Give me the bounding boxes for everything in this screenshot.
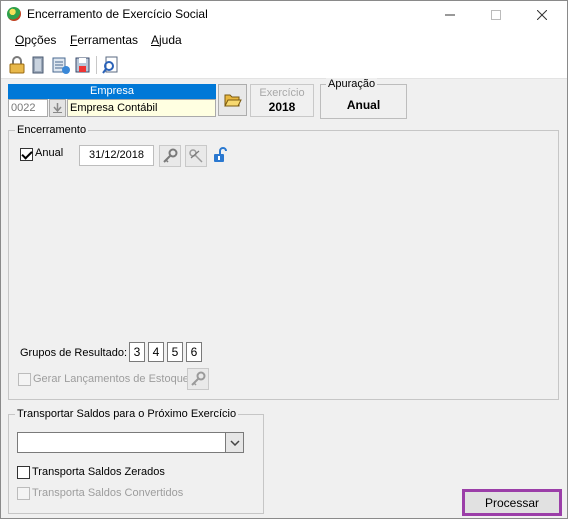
- arrow-down-icon: [53, 103, 62, 113]
- gerar-estoque-label: Gerar Lançamentos de Estoque: [33, 373, 189, 385]
- search-document-icon: [102, 56, 118, 74]
- anual-checkbox[interactable]: [20, 148, 33, 161]
- menu-ferramentas[interactable]: Ferramentas: [70, 33, 138, 47]
- database-list-button[interactable]: [51, 55, 71, 75]
- transportar-group: Transportar Saldos para o Próximo Exercí…: [8, 408, 264, 514]
- minimize-button[interactable]: [427, 1, 473, 29]
- key-icon: [163, 148, 178, 163]
- zerados-label: Transporta Saldos Zerados: [32, 466, 165, 478]
- menu-bar: Opções Ferramentas Ajuda: [1, 29, 567, 51]
- lock-icon: [9, 56, 25, 74]
- toolbar: [1, 51, 567, 79]
- anual-label: Anual: [35, 147, 64, 159]
- empresa-lookup-button[interactable]: [49, 99, 66, 117]
- exercicio-box: Exercício 2018: [250, 84, 314, 117]
- grupo-resultado-box[interactable]: 4: [148, 342, 164, 362]
- empresa-header: Empresa: [8, 84, 216, 99]
- encerramento-group: Encerramento: [8, 124, 559, 400]
- closing-date-field[interactable]: 31/12/2018: [79, 145, 154, 166]
- grupos-label: Grupos de Resultado:: [20, 347, 128, 359]
- combo-dropdown-button[interactable]: [225, 433, 243, 452]
- cancel-key-button[interactable]: [185, 145, 207, 167]
- processar-button[interactable]: Processar: [462, 489, 562, 516]
- app-icon: [7, 7, 21, 21]
- menu-ajuda-rest: juda: [159, 33, 182, 47]
- save-icon: [75, 57, 90, 73]
- transportar-legend: Transportar Saldos para o Próximo Exercí…: [15, 408, 239, 420]
- menu-opcoes[interactable]: Opções: [15, 33, 56, 47]
- grupo-resultado-box[interactable]: 5: [167, 342, 183, 362]
- search-document-button[interactable]: [101, 55, 121, 75]
- apuracao-label: Apuração: [326, 78, 378, 90]
- close-icon: [537, 10, 547, 20]
- apuracao-value: Anual: [346, 98, 381, 112]
- menu-ajuda[interactable]: Ajuda: [151, 33, 182, 47]
- close-button[interactable]: [519, 1, 565, 29]
- unlock-icon: [214, 147, 227, 162]
- convertidos-checkbox[interactable]: [17, 487, 30, 500]
- menu-ferramentas-rest: erramentas: [77, 33, 139, 47]
- estoque-key-button[interactable]: [187, 368, 209, 390]
- title-bar: Encerramento de Exercício Social: [1, 1, 567, 29]
- apuracao-box: Apuração Anual: [320, 78, 407, 119]
- toolbar-separator: [96, 56, 97, 74]
- menu-ajuda-accel: A: [151, 33, 160, 47]
- grupo-resultado-box[interactable]: 3: [129, 342, 145, 362]
- menu-opcoes-rest: pções: [24, 33, 57, 47]
- key-icon: [191, 371, 206, 386]
- transportar-combo[interactable]: [17, 432, 244, 453]
- bookmark-icon: [32, 56, 44, 74]
- window-title: Encerramento de Exercício Social: [27, 7, 208, 21]
- exercicio-value: 2018: [268, 100, 296, 114]
- bookmark-button[interactable]: [29, 55, 49, 75]
- key-button[interactable]: [159, 145, 181, 167]
- maximize-icon: [491, 10, 501, 20]
- minimize-icon: [445, 14, 455, 16]
- empresa-code-field[interactable]: 0022: [8, 99, 48, 117]
- exercicio-label: Exercício: [259, 87, 305, 99]
- zerados-checkbox[interactable]: [17, 466, 30, 479]
- save-button[interactable]: [73, 55, 93, 75]
- chevron-down-icon: [229, 439, 240, 446]
- unlock-button[interactable]: [211, 146, 229, 164]
- grupo-resultado-box[interactable]: 6: [186, 342, 202, 362]
- menu-opcoes-accel: O: [15, 33, 25, 47]
- empresa-name-field[interactable]: Empresa Contábil: [67, 99, 216, 117]
- open-folder-button[interactable]: [218, 84, 247, 116]
- key-cancel-icon: [189, 149, 203, 163]
- main-window: Encerramento de Exercício Social Opções …: [0, 0, 568, 519]
- encerramento-legend: Encerramento: [15, 124, 89, 136]
- database-list-icon: [52, 57, 70, 74]
- convertidos-label: Transporta Saldos Convertidos: [32, 487, 184, 499]
- processar-label: Processar: [484, 495, 540, 510]
- lock-button[interactable]: [7, 55, 27, 75]
- folder-open-icon: [223, 94, 242, 107]
- maximize-button[interactable]: [473, 1, 519, 29]
- gerar-estoque-checkbox[interactable]: [18, 373, 31, 386]
